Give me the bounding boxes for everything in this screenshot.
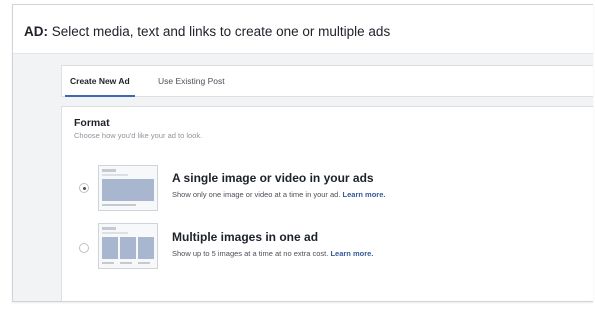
ad-section-description: Select media, text and links to create o… (51, 24, 391, 39)
tab-use-existing-post-label: Use Existing Post (158, 76, 225, 86)
ad-creation-card: AD: Select media, text and links to crea… (12, 4, 593, 302)
ad-section-title: AD: Select media, text and links to crea… (24, 24, 390, 39)
multiple-images-preview-icon (98, 223, 158, 269)
active-tab-indicator (65, 95, 135, 97)
single-image-description-text: Show only one image or video at a time i… (172, 190, 341, 199)
multiple-images-option-title: Multiple images in one ad (172, 230, 319, 244)
single-image-option-description: Show only one image or video at a time i… (172, 190, 385, 199)
multiple-images-description-text: Show up to 5 images at a time at no extr… (172, 249, 329, 258)
format-option-single-image[interactable]: A single image or video in your ads Show… (62, 163, 593, 213)
format-subheading: Choose how you'd like your ad to look. (74, 131, 203, 140)
single-image-learn-more-link[interactable]: Learn more. (343, 190, 386, 199)
ad-section-header: AD: Select media, text and links to crea… (13, 5, 593, 54)
single-image-option-title: A single image or video in your ads (172, 171, 374, 185)
single-image-preview-icon (98, 165, 158, 211)
multiple-images-radio[interactable] (79, 243, 89, 253)
multiple-images-option-description: Show up to 5 images at a time at no extr… (172, 249, 373, 258)
single-image-radio[interactable] (79, 183, 89, 193)
multiple-images-learn-more-link[interactable]: Learn more. (330, 249, 373, 258)
format-heading: Format (74, 117, 110, 129)
format-option-multiple-images[interactable]: Multiple images in one ad Show up to 5 i… (62, 221, 593, 271)
tab-use-existing-post[interactable]: Use Existing Post (158, 66, 225, 96)
ad-label: AD: (24, 24, 48, 39)
ad-tabs: Create New Ad Use Existing Post (61, 65, 593, 97)
ad-editor-body: Create New Ad Use Existing Post Format C… (13, 54, 593, 301)
tab-create-new-ad[interactable]: Create New Ad (65, 66, 135, 97)
format-panel: Format Choose how you'd like your ad to … (61, 106, 593, 301)
tab-create-new-ad-label: Create New Ad (70, 76, 130, 86)
